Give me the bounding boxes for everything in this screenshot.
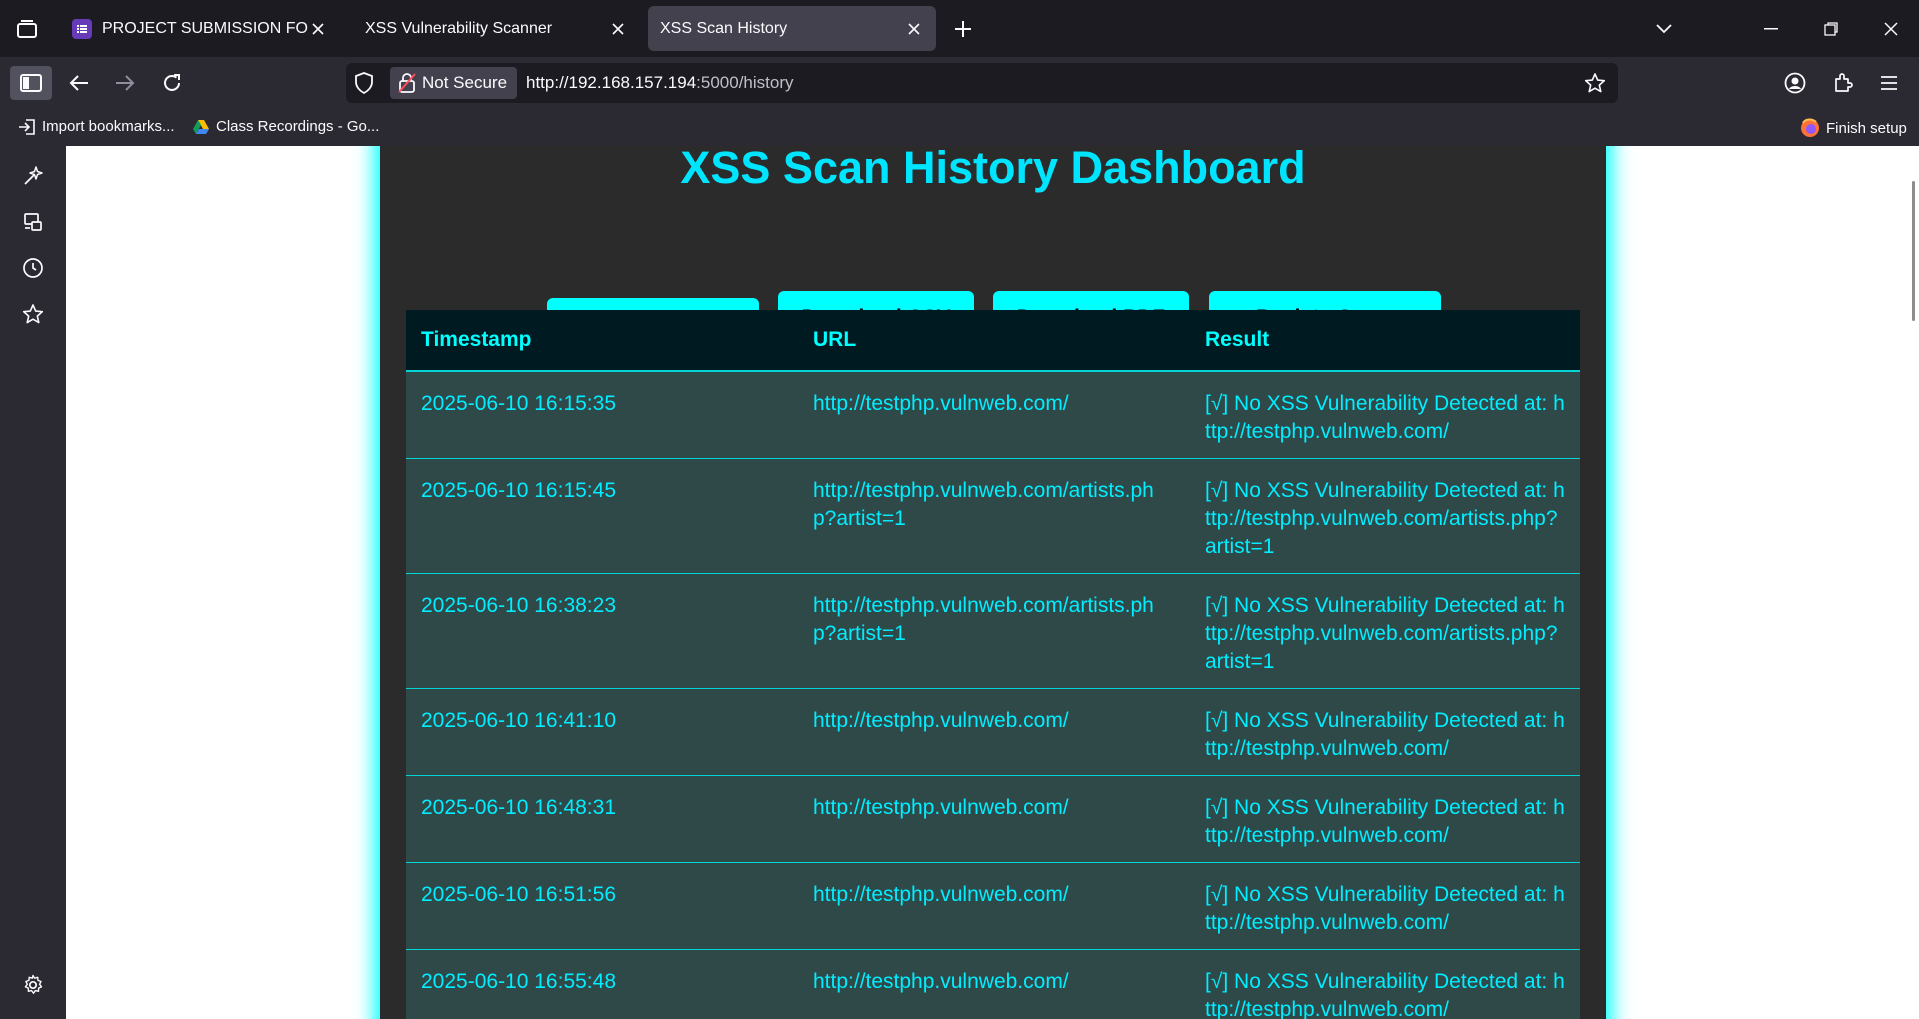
insecure-lock-icon	[398, 73, 416, 93]
bookmark-label: Import bookmarks...	[42, 118, 175, 135]
cell-result: [√] No XSS Vulnerability Detected at: ht…	[1190, 688, 1580, 776]
browser-sidebar	[0, 146, 66, 1019]
cell-result: [√] No XSS Vulnerability Detected at: ht…	[1190, 371, 1580, 459]
result-text: [√] No XSS Vulnerability Detected at:	[1205, 479, 1548, 502]
url-text[interactable]: http://192.168.157.194:5000/history	[526, 73, 794, 93]
cell-url: http://testphp.vulnweb.com/	[798, 775, 1190, 863]
bookmarks-toolbar: Import bookmarks... Class Recordings - G…	[0, 109, 1919, 146]
close-icon[interactable]	[608, 19, 628, 39]
scan-history-table: Timestamp URL Result 2025-06-10 16:15:35…	[406, 310, 1580, 1019]
bookmark-class-recordings[interactable]: Class Recordings - Go...	[192, 118, 379, 135]
extensions-icon[interactable]	[1826, 66, 1860, 100]
bookmark-import[interactable]: Import bookmarks...	[18, 118, 175, 135]
cell-result: [√] No XSS Vulnerability Detected at: ht…	[1190, 775, 1580, 863]
synced-tabs-icon[interactable]	[17, 206, 49, 238]
cell-url: http://testphp.vulnweb.com/artists.php?a…	[798, 573, 1190, 689]
table-header-row: Timestamp URL Result	[406, 310, 1580, 372]
history-panel: XSS Scan History Dashboard Clear Scan Hi…	[380, 146, 1606, 1019]
web-content: XSS Scan History Dashboard Clear Scan Hi…	[66, 146, 1919, 1019]
cell-timestamp: 2025-06-10 16:55:48	[406, 949, 798, 1019]
cell-result: [√] No XSS Vulnerability Detected at: ht…	[1190, 573, 1580, 689]
forward-arrow-icon	[108, 66, 142, 100]
cell-result: [√] No XSS Vulnerability Detected at: ht…	[1190, 949, 1580, 1019]
forms-icon	[72, 18, 92, 39]
result-text: [√] No XSS Vulnerability Detected at:	[1205, 709, 1548, 732]
bookmarks-star-icon[interactable]	[17, 298, 49, 330]
bookmark-star-icon[interactable]	[1584, 72, 1606, 94]
ai-chatbot-icon[interactable]	[17, 160, 49, 192]
sidebar-toggle-icon[interactable]	[10, 66, 52, 100]
restore-icon[interactable]	[1814, 12, 1848, 46]
url-host: http://192.168.157.194	[526, 73, 697, 92]
header-timestamp: Timestamp	[406, 310, 798, 372]
tab-xss-scanner[interactable]: XSS Vulnerability Scanner	[353, 6, 640, 51]
header-result: Result	[1190, 310, 1580, 372]
cell-result: [√] No XSS Vulnerability Detected at: ht…	[1190, 458, 1580, 574]
address-bar[interactable]: Not Secure http://192.168.157.194:5000/h…	[346, 63, 1618, 103]
cell-timestamp: 2025-06-10 16:15:35	[406, 371, 798, 459]
settings-gear-icon[interactable]	[17, 969, 49, 1001]
menu-icon[interactable]	[1872, 66, 1906, 100]
cell-timestamp: 2025-06-10 16:41:10	[406, 688, 798, 776]
header-url: URL	[798, 310, 1190, 372]
finish-setup-button[interactable]: Finish setup	[1800, 118, 1907, 138]
cell-url: http://testphp.vulnweb.com/	[798, 949, 1190, 1019]
cell-timestamp: 2025-06-10 16:38:23	[406, 573, 798, 689]
google-drive-icon	[193, 119, 209, 134]
close-icon[interactable]	[904, 19, 924, 39]
window-close-icon[interactable]	[1874, 12, 1908, 46]
cell-url: http://testphp.vulnweb.com/	[798, 688, 1190, 776]
tab-label: XSS Scan History	[660, 19, 788, 37]
result-text: [√] No XSS Vulnerability Detected at:	[1205, 970, 1548, 993]
finish-setup-label: Finish setup	[1826, 119, 1907, 137]
cell-timestamp: 2025-06-10 16:51:56	[406, 862, 798, 950]
history-clock-icon[interactable]	[17, 252, 49, 284]
tab-strip: PROJECT SUBMISSION FORM XSS Vulnerabilit…	[0, 0, 1919, 57]
navigation-toolbar: Not Secure http://192.168.157.194:5000/h…	[0, 57, 1919, 109]
result-text: [√] No XSS Vulnerability Detected at:	[1205, 392, 1548, 415]
cell-timestamp: 2025-06-10 16:15:45	[406, 458, 798, 574]
close-icon[interactable]	[308, 19, 328, 39]
chevron-down-icon[interactable]	[1647, 12, 1681, 46]
cell-result: [√] No XSS Vulnerability Detected at: ht…	[1190, 862, 1580, 950]
result-text: [√] No XSS Vulnerability Detected at:	[1205, 883, 1548, 906]
table-row: 2025-06-10 16:41:10 http://testphp.vulnw…	[406, 688, 1580, 776]
import-icon	[19, 118, 35, 135]
reload-icon[interactable]	[155, 66, 189, 100]
table-row: 2025-06-10 16:51:56 http://testphp.vulnw…	[406, 862, 1580, 950]
page-scrollbar[interactable]	[1912, 181, 1915, 321]
cell-url: http://testphp.vulnweb.com/artists.php?a…	[798, 458, 1190, 574]
cell-url: http://testphp.vulnweb.com/	[798, 862, 1190, 950]
site-security-button[interactable]: Not Secure	[390, 67, 518, 99]
account-icon[interactable]	[1778, 66, 1812, 100]
new-tab-icon[interactable]	[948, 14, 978, 44]
tab-xss-history[interactable]: XSS Scan History	[648, 6, 936, 51]
back-arrow-icon[interactable]	[62, 66, 96, 100]
tab-project-submission[interactable]: PROJECT SUBMISSION FORM	[60, 6, 340, 51]
table-row: 2025-06-10 16:48:31 http://testphp.vulnw…	[406, 775, 1580, 863]
tab-label: XSS Vulnerability Scanner	[365, 19, 553, 37]
table-row: 2025-06-10 16:15:45 http://testphp.vulnw…	[406, 458, 1580, 574]
url-path: :5000/history	[696, 73, 794, 92]
result-text: [√] No XSS Vulnerability Detected at:	[1205, 594, 1548, 617]
tab-label: PROJECT SUBMISSION FORM	[102, 19, 308, 37]
result-text: [√] No XSS Vulnerability Detected at:	[1205, 796, 1548, 819]
shield-icon[interactable]	[354, 72, 374, 94]
cell-url: http://testphp.vulnweb.com/	[798, 371, 1190, 459]
bookmark-label: Class Recordings - Go...	[216, 118, 380, 135]
tab-list-icon[interactable]	[12, 14, 42, 44]
table-row: 2025-06-10 16:55:48 http://testphp.vulnw…	[406, 949, 1580, 1019]
minimize-icon[interactable]	[1754, 12, 1788, 46]
firefox-icon	[1801, 118, 1819, 137]
table-row: 2025-06-10 16:15:35 http://testphp.vulnw…	[406, 371, 1580, 459]
page-title: XSS Scan History Dashboard	[680, 146, 1306, 193]
table-row: 2025-06-10 16:38:23 http://testphp.vulnw…	[406, 573, 1580, 689]
cell-timestamp: 2025-06-10 16:48:31	[406, 775, 798, 863]
not-secure-label: Not Secure	[422, 73, 508, 92]
